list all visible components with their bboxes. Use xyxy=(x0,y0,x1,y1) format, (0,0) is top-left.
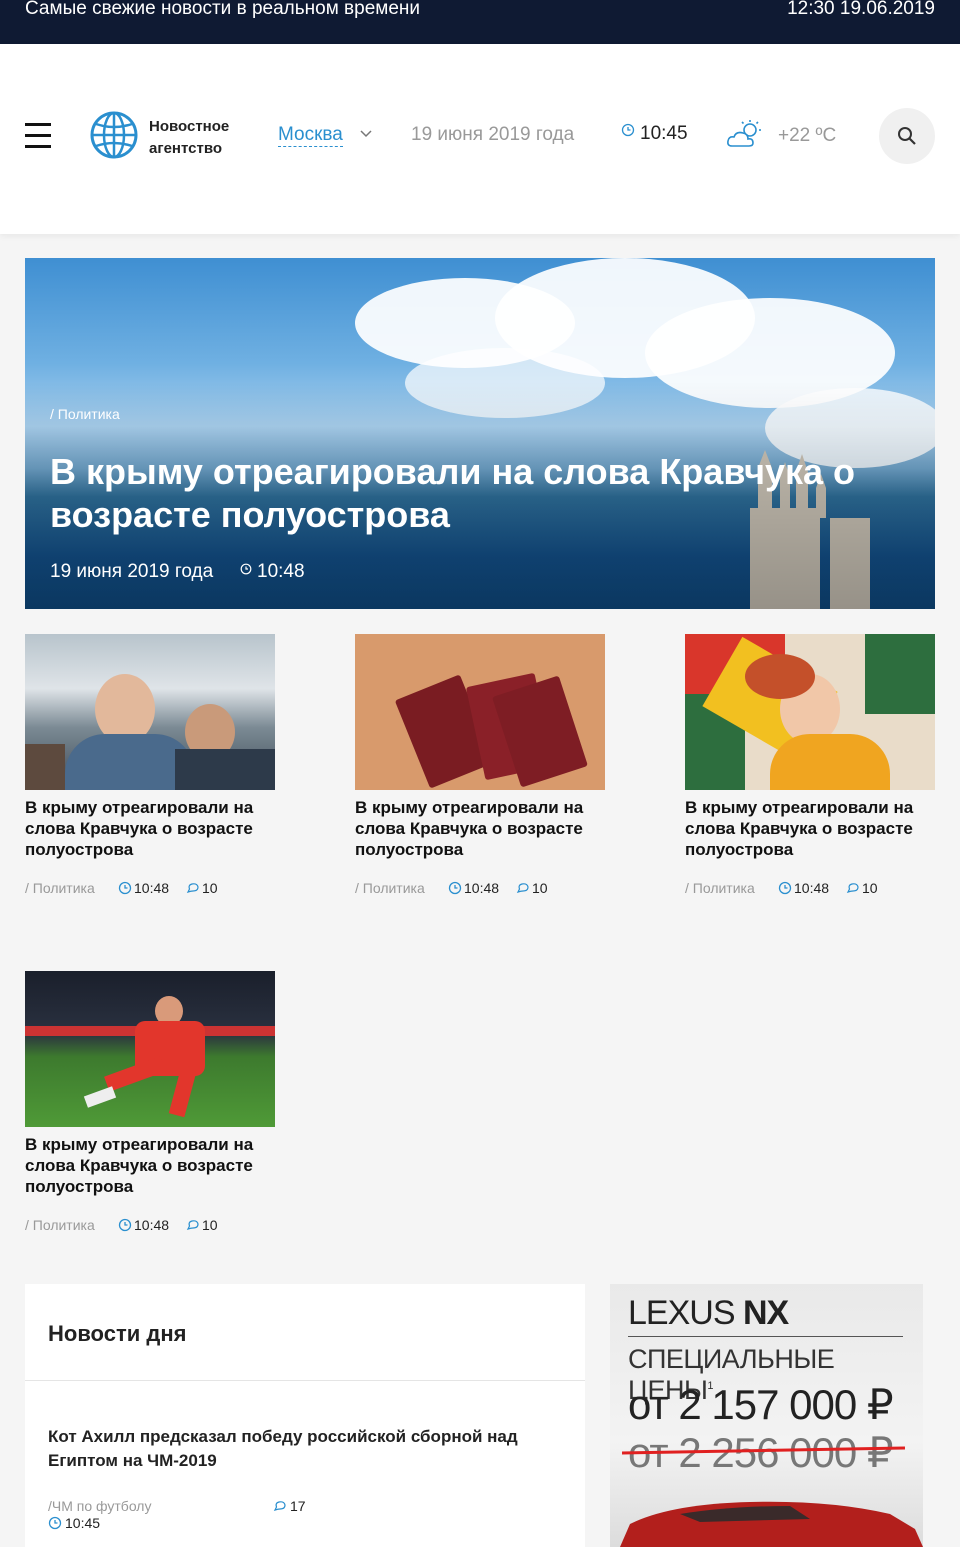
search-button[interactable] xyxy=(879,108,935,164)
comment-icon xyxy=(846,883,859,894)
news-card-meta: / Политика 10:48 10 xyxy=(25,1217,218,1233)
top-ticker-bar: Самые свежие новости в реальном времени … xyxy=(0,0,960,44)
news-card-category[interactable]: / Политика xyxy=(355,880,425,896)
ad-price: от 2 157 000 ₽ xyxy=(628,1381,894,1428)
news-card-comments-wrap[interactable]: 10 xyxy=(846,880,878,896)
clock-icon xyxy=(118,881,132,895)
clock-icon xyxy=(448,881,462,895)
hero-shade xyxy=(25,258,935,609)
news-card-comments-wrap[interactable]: 10 xyxy=(516,880,548,896)
news-card[interactable]: В крыму отреагировали на слова Кравчука … xyxy=(685,634,935,896)
news-card-time-wrap: 10:48 xyxy=(118,1217,169,1233)
news-card-time: 10:48 xyxy=(134,880,170,896)
temperature: +22 ºC xyxy=(778,125,837,146)
partly-cloudy-icon xyxy=(727,120,761,147)
news-card-time-wrap: 10:48 xyxy=(448,880,499,896)
news-card-title[interactable]: В крыму отреагировали на слова Кравчука … xyxy=(25,797,275,860)
news-card-comments: 10 xyxy=(862,880,878,896)
clock-icon xyxy=(240,563,252,575)
hero-article[interactable]: / Политика В крыму отреагировали на слов… xyxy=(25,258,935,609)
news-card-comments-wrap[interactable]: 10 xyxy=(186,880,218,896)
news-card-image[interactable] xyxy=(685,634,935,790)
news-of-day-item-time-wrap: 10:45 xyxy=(48,1515,100,1531)
advertisement-banner[interactable]: LEXUS NX СПЕЦИАЛЬНЫЕ ЦЕНЫ1 от 2 157 000 … xyxy=(610,1284,923,1547)
news-card-title[interactable]: В крыму отреагировали на слова Кравчука … xyxy=(355,797,605,860)
city-selector[interactable]: Москва xyxy=(278,124,343,147)
news-of-day-item-time: 10:45 xyxy=(65,1515,101,1531)
clock-icon xyxy=(118,1218,132,1232)
clock-icon xyxy=(778,881,792,895)
globe-icon xyxy=(90,111,138,159)
news-card-comments: 10 xyxy=(202,1217,218,1233)
ad-car-image xyxy=(620,1501,923,1547)
news-card-time: 10:48 xyxy=(464,880,500,896)
news-card-category[interactable]: / Политика xyxy=(685,880,755,896)
news-card-time: 10:48 xyxy=(794,880,830,896)
site-header: Новостное агентство Москва 19 июня 2019 … xyxy=(0,44,960,234)
news-card-category[interactable]: / Политика xyxy=(25,880,95,896)
hero-time: 10:48 xyxy=(257,561,305,582)
news-of-day-item-category[interactable]: /ЧМ по футболу xyxy=(48,1498,151,1514)
hero-category[interactable]: / Политика xyxy=(50,406,120,422)
news-of-day-heading: Новости дня xyxy=(48,1321,187,1346)
chevron-down-icon[interactable] xyxy=(360,128,372,138)
comment-icon xyxy=(186,883,199,894)
ad-rule xyxy=(628,1336,903,1337)
news-of-day-item-title[interactable]: Кот Ахилл предсказал победу российской с… xyxy=(48,1425,548,1473)
news-card-time-wrap: 10:48 xyxy=(778,880,829,896)
search-icon xyxy=(898,127,916,145)
news-card-category[interactable]: / Политика xyxy=(25,1217,95,1233)
hero-title[interactable]: В крыму отреагировали на слова Кравчука … xyxy=(50,450,910,536)
news-card-image[interactable] xyxy=(25,971,275,1127)
news-card-time: 10:48 xyxy=(134,1217,170,1233)
hero-date: 19 июня 2019 года xyxy=(50,561,214,582)
site-logo[interactable]: Новостное агентство xyxy=(89,110,249,164)
news-card-comments: 10 xyxy=(532,880,548,896)
comment-icon xyxy=(186,1220,199,1231)
news-card-meta: / Политика 10:48 10 xyxy=(25,880,218,896)
news-card[interactable]: В крыму отреагировали на слова Кравчука … xyxy=(25,634,275,896)
news-card-title[interactable]: В крыму отреагировали на слова Кравчука … xyxy=(25,1134,275,1197)
ad-brand-bold: NX xyxy=(742,1294,789,1332)
news-card-meta: / Политика 10:48 10 xyxy=(685,880,878,896)
header-date: 19 июня 2019 года xyxy=(411,124,575,145)
news-card-time-wrap: 10:48 xyxy=(118,880,169,896)
ad-brand: LEXUS NX xyxy=(628,1294,789,1333)
ad-brand-light: LEXUS xyxy=(628,1294,735,1332)
news-card-image[interactable] xyxy=(355,634,605,790)
news-of-day-item-comments-wrap[interactable]: 17 xyxy=(273,1498,306,1514)
comment-icon xyxy=(273,1501,286,1512)
news-card[interactable]: В крыму отреагировали на слова Кравчука … xyxy=(355,634,605,896)
ticker-datetime: 12:30 19.06.2019 xyxy=(787,0,935,19)
news-card-title[interactable]: В крыму отреагировали на слова Кравчука … xyxy=(685,797,935,860)
news-of-day-item-comments: 17 xyxy=(290,1498,306,1514)
news-card-comments-wrap[interactable]: 10 xyxy=(186,1217,218,1233)
comment-icon xyxy=(516,883,529,894)
news-card-meta: / Политика 10:48 10 xyxy=(355,880,548,896)
divider xyxy=(25,1380,585,1381)
news-card-comments: 10 xyxy=(202,880,218,896)
ticker-message: Самые свежие новости в реальном времени xyxy=(25,0,420,19)
clock-icon xyxy=(48,1516,62,1530)
menu-icon[interactable] xyxy=(25,123,51,149)
header-time: 10:45 xyxy=(640,123,688,144)
news-card-image[interactable] xyxy=(25,634,275,790)
news-card[interactable]: В крыму отреагировали на слова Кравчука … xyxy=(25,971,275,1233)
clock-icon xyxy=(621,123,635,137)
news-of-day-panel: Новости дня Кот Ахилл предсказал победу … xyxy=(25,1284,585,1547)
logo-text: Новостное агентство xyxy=(149,118,230,157)
